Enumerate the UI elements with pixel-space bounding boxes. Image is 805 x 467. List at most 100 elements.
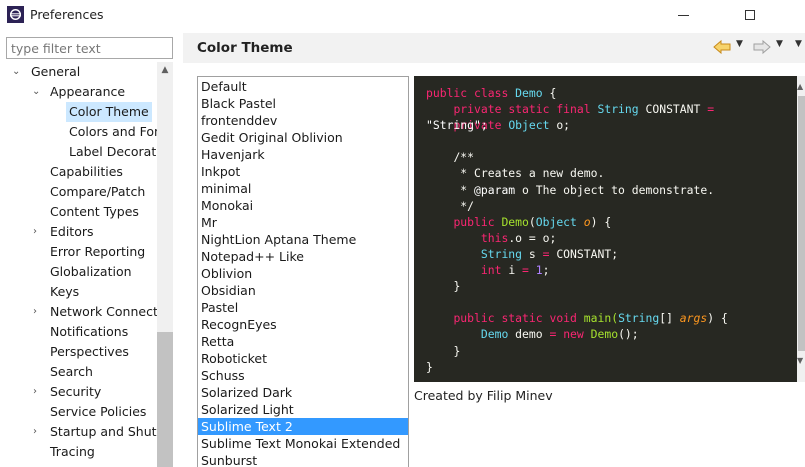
- chevron-down-icon[interactable]: ▼: [736, 39, 743, 49]
- tree-item-label: General: [31, 64, 81, 79]
- list-item[interactable]: Pastel: [198, 299, 408, 316]
- code-token: o The object to demonstrate.: [515, 182, 715, 197]
- tree-item-label-decorations[interactable]: Label Decorations: [0, 142, 157, 162]
- tree-item-content-types[interactable]: Content Types: [0, 202, 157, 222]
- preview-scrollbar-thumb[interactable]: [798, 96, 805, 351]
- chevron-right-icon[interactable]: ›: [33, 422, 43, 442]
- list-item[interactable]: Default: [198, 78, 408, 95]
- tree-item-label: Keys: [50, 284, 80, 299]
- tree-item-security[interactable]: › Security: [0, 382, 157, 402]
- tree-item-service-policies[interactable]: Service Policies: [0, 402, 157, 422]
- list-item[interactable]: Obsidian: [198, 282, 408, 299]
- list-item[interactable]: Retta: [198, 333, 408, 350]
- preview-scrollbar[interactable]: ▲ ▼: [797, 76, 805, 382]
- code-token: class: [474, 86, 509, 100]
- page-title: Color Theme: [197, 40, 293, 56]
- code-token: /**: [453, 150, 475, 165]
- tree-item-notifications[interactable]: Notifications: [0, 322, 157, 342]
- tree-item-startup-and-shutdown[interactable]: › Startup and Shutdown: [0, 422, 157, 442]
- list-item[interactable]: RecognEyes: [198, 316, 408, 333]
- list-item-selected[interactable]: Sublime Text 2: [198, 418, 408, 435]
- tree-item-colors-and-fonts[interactable]: Colors and Fonts: [0, 122, 157, 142]
- tree-item-label: Network Connections: [50, 304, 157, 319]
- tree-scrollbar[interactable]: ▲: [157, 62, 173, 467]
- chevron-down-icon[interactable]: ⌄: [12, 62, 22, 82]
- tree-item-keys[interactable]: Keys: [0, 282, 157, 302]
- tree-item-label: Search: [50, 364, 93, 379]
- page-header: Color Theme ▼ ▼ ▼: [183, 33, 805, 63]
- theme-credits: Created by Filip Minev: [414, 388, 553, 403]
- tree-item-tracing[interactable]: Tracing: [0, 442, 157, 462]
- list-item[interactable]: Sublime Text Monokai Extended: [198, 435, 408, 452]
- tree-scrollbar-thumb[interactable]: [157, 332, 173, 467]
- code-token: =: [522, 263, 529, 278]
- list-item[interactable]: Sunburst: [198, 452, 408, 467]
- code-token: CONSTANT;: [556, 246, 619, 261]
- back-arrow-icon[interactable]: [713, 39, 731, 55]
- code-token: static: [501, 311, 543, 326]
- code-token: =: [707, 102, 715, 117]
- tree-item-label: Notifications: [50, 324, 129, 339]
- list-item[interactable]: Havenjark: [198, 146, 408, 163]
- code-token: o;: [556, 118, 571, 133]
- tree-item-appearance[interactable]: ⌄ Appearance: [0, 82, 157, 102]
- code-token: public: [453, 311, 495, 326]
- list-item[interactable]: minimal: [198, 180, 408, 197]
- code-token: (: [528, 214, 536, 229]
- view-menu-icon[interactable]: ▼: [795, 39, 802, 49]
- code-token: public: [426, 86, 468, 100]
- tree-item-label: Service Policies: [50, 404, 147, 419]
- tree-item-capabilities[interactable]: Capabilities: [0, 162, 157, 182]
- tree-item-compare-patch[interactable]: Compare/Patch: [0, 182, 157, 202]
- list-item[interactable]: frontenddev: [198, 112, 408, 129]
- code-token: }: [453, 343, 461, 358]
- list-item[interactable]: NightLion Aptana Theme: [198, 231, 408, 248]
- code-token: String: [597, 102, 639, 117]
- tree-item-perspectives[interactable]: Perspectives: [0, 342, 157, 362]
- tree-item-label: Label Decorations: [69, 144, 157, 159]
- tree-item-error-reporting[interactable]: Error Reporting: [0, 242, 157, 262]
- list-item[interactable]: Gedit Original Oblivion: [198, 129, 408, 146]
- code-token: i: [508, 263, 516, 278]
- tree-item-color-theme[interactable]: Color Theme: [0, 102, 157, 122]
- tree-item-general[interactable]: ⌄ General: [0, 62, 157, 82]
- tree-item-network-connections[interactable]: › Network Connections: [0, 302, 157, 322]
- scroll-up-icon[interactable]: ▲: [797, 82, 803, 91]
- list-item[interactable]: Notepad++ Like: [198, 248, 408, 265]
- chevron-down-icon[interactable]: ▼: [776, 39, 783, 49]
- list-item[interactable]: Monokai: [198, 197, 408, 214]
- list-item[interactable]: Oblivion: [198, 265, 408, 282]
- tree-item-search[interactable]: Search: [0, 362, 157, 382]
- list-item[interactable]: Inkpot: [198, 163, 408, 180]
- tree-item-label: Startup and Shutdown: [50, 424, 157, 439]
- code-token: Demo: [590, 327, 619, 342]
- code-token: demo: [515, 327, 543, 342]
- theme-list[interactable]: Default Black Pastel frontenddev Gedit O…: [197, 76, 409, 467]
- maximize-button[interactable]: [727, 0, 773, 30]
- chevron-right-icon[interactable]: ›: [33, 222, 43, 242]
- forward-arrow-icon[interactable]: [753, 39, 771, 55]
- scroll-up-icon[interactable]: ▲: [157, 62, 173, 78]
- filter-input[interactable]: [6, 37, 173, 59]
- code-token: public: [453, 214, 495, 229]
- tree-item-label: Colors and Fonts: [69, 124, 157, 139]
- list-item[interactable]: Schuss: [198, 367, 408, 384]
- chevron-right-icon[interactable]: ›: [33, 382, 43, 402]
- code-token: }: [453, 279, 461, 294]
- tree-item-label: Globalization: [50, 264, 132, 279]
- list-item[interactable]: Black Pastel: [198, 95, 408, 112]
- minimize-button[interactable]: [660, 0, 706, 30]
- tree-item-globalization[interactable]: Globalization: [0, 262, 157, 282]
- code-token: ;: [542, 263, 550, 278]
- list-item[interactable]: Solarized Dark: [198, 384, 408, 401]
- chevron-right-icon[interactable]: ›: [33, 302, 43, 322]
- list-item[interactable]: Roboticket: [198, 350, 408, 367]
- list-item[interactable]: Solarized Light: [198, 401, 408, 418]
- tree-item-editors[interactable]: › Editors: [0, 222, 157, 242]
- list-item[interactable]: Mr: [198, 214, 408, 231]
- code-token: Object: [535, 214, 577, 229]
- scroll-down-icon[interactable]: ▼: [797, 356, 803, 365]
- code-token: }: [426, 359, 433, 374]
- chevron-down-icon[interactable]: ⌄: [32, 82, 42, 102]
- code-token: static: [508, 102, 550, 117]
